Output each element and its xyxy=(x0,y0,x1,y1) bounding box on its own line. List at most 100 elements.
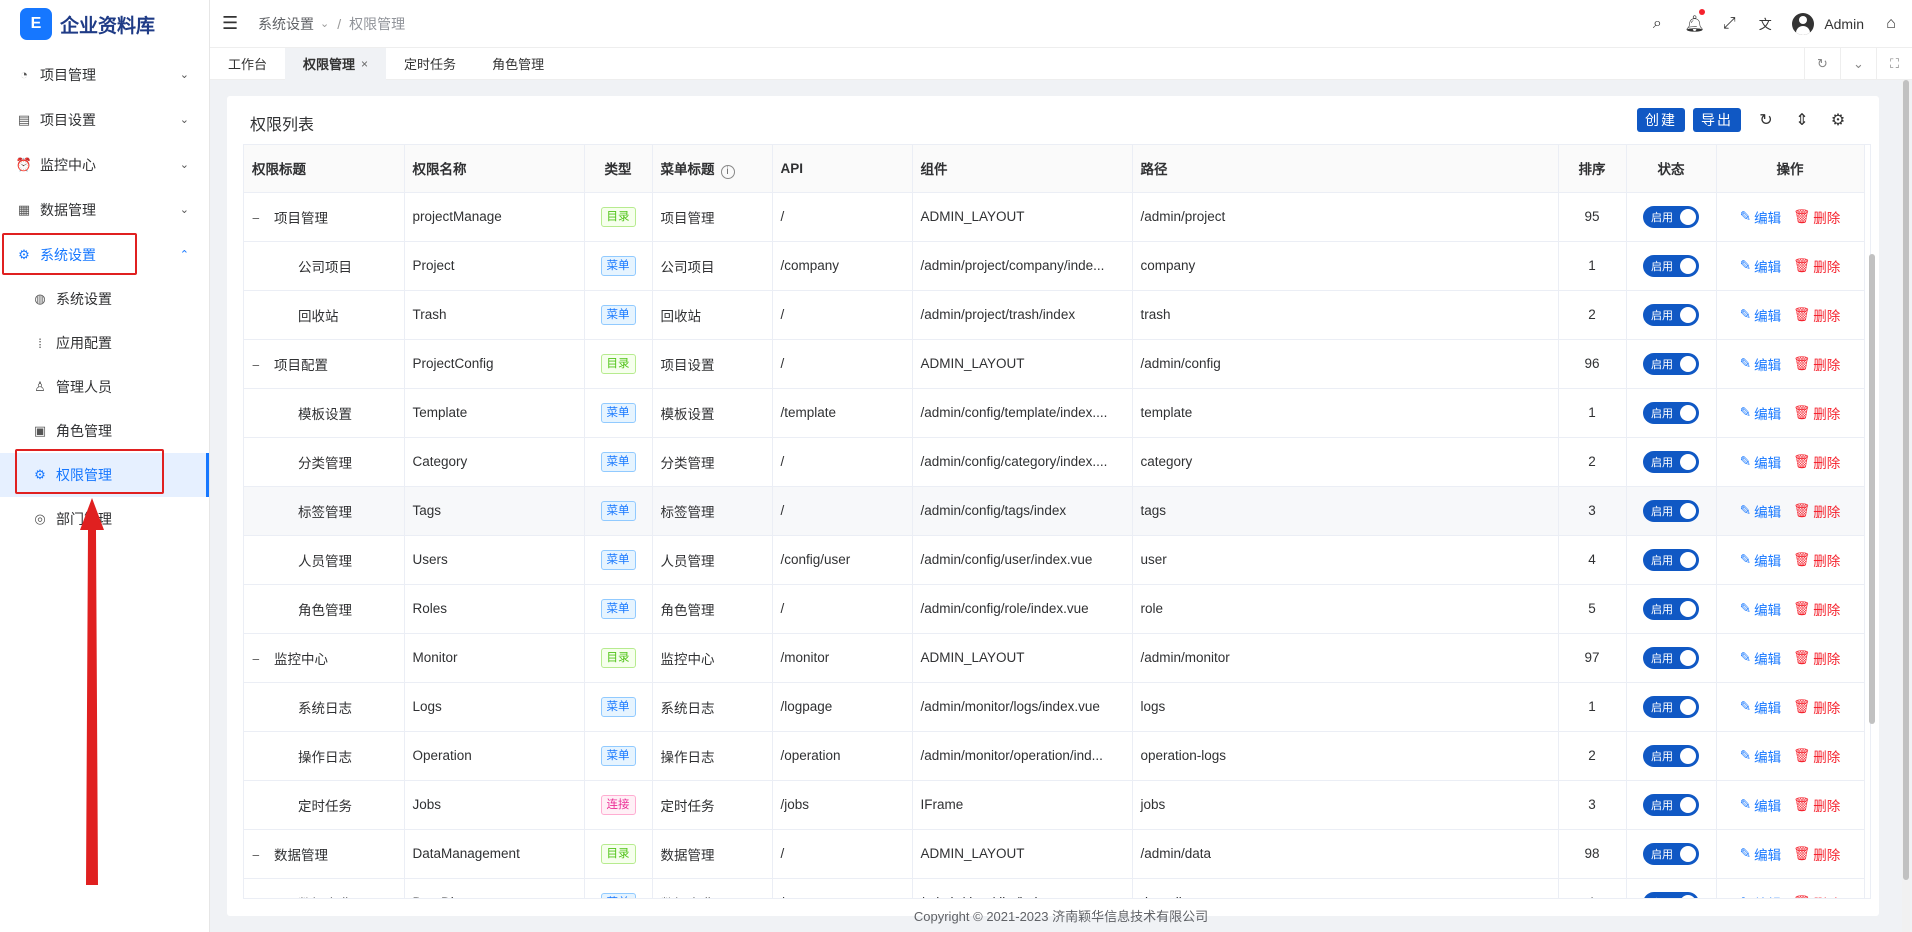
sidebar-group-data[interactable]: ▦ 数据管理 ⌄ xyxy=(0,187,209,232)
collapse-icon[interactable]: − xyxy=(252,652,266,667)
sidebar-group-project-settings[interactable]: ▤ 项目设置 ⌄ xyxy=(0,97,209,142)
edit-button[interactable]: ✎编辑 xyxy=(1740,256,1781,276)
status-switch[interactable]: 启用 xyxy=(1643,450,1699,473)
tab-scheduled-jobs[interactable]: 定时任务 xyxy=(386,48,474,80)
edit-button[interactable]: ✎编辑 xyxy=(1740,501,1781,521)
edit-button[interactable]: ✎编辑 xyxy=(1740,844,1781,864)
sidebar-item-system-settings[interactable]: ◍ 系统设置 xyxy=(0,277,209,321)
edit-button[interactable]: ✎编辑 xyxy=(1740,893,1781,899)
delete-button[interactable]: 🗑︎删除 xyxy=(1793,305,1840,325)
cell-name: Jobs xyxy=(404,780,585,830)
edit-button[interactable]: ✎编辑 xyxy=(1740,697,1781,717)
status-switch[interactable]: 启用 xyxy=(1643,646,1699,669)
cell-component: /admin/data/dict/index xyxy=(912,878,1133,898)
cell-title: 操作日志 xyxy=(244,731,405,781)
edit-button[interactable]: ✎编辑 xyxy=(1740,207,1781,227)
delete-button[interactable]: 🗑︎删除 xyxy=(1793,844,1840,864)
status-switch[interactable]: 启用 xyxy=(1643,499,1699,522)
edit-button[interactable]: ✎编辑 xyxy=(1740,305,1781,325)
delete-button[interactable]: 🗑︎删除 xyxy=(1793,599,1840,619)
delete-button[interactable]: 🗑︎删除 xyxy=(1793,697,1840,717)
edit-button[interactable]: ✎编辑 xyxy=(1740,746,1781,766)
delete-icon: 🗑︎ xyxy=(1793,208,1811,224)
status-switch[interactable]: 启用 xyxy=(1643,205,1699,228)
sidebar-item-app-config[interactable]: ⁞ 应用配置 xyxy=(0,321,209,365)
edit-button[interactable]: ✎编辑 xyxy=(1740,354,1781,374)
refresh-icon[interactable]: ↻ xyxy=(1804,47,1840,80)
sidebar-group-project-manage[interactable]: ◔ 项目管理 ⌄ xyxy=(0,52,209,97)
edit-icon: ✎ xyxy=(1739,257,1752,273)
edit-icon: ✎ xyxy=(1739,502,1752,518)
sidebar-group-system-settings[interactable]: ⚙ 系统设置 ⌃ xyxy=(0,232,209,277)
delete-button[interactable]: 🗑︎删除 xyxy=(1793,501,1840,521)
status-switch[interactable]: 启用 xyxy=(1643,891,1699,898)
edit-button[interactable]: ✎编辑 xyxy=(1740,403,1781,423)
sidebar-group-monitor[interactable]: ⏰ 监控中心 ⌄ xyxy=(0,142,209,187)
chevron-down-icon[interactable]: ⌄ xyxy=(1840,47,1876,80)
collapse-icon[interactable]: − xyxy=(252,211,266,226)
app-logo[interactable]: E 企业资料库 xyxy=(0,0,209,48)
delete-button[interactable]: 🗑︎删除 xyxy=(1793,648,1840,668)
status-switch[interactable]: 启用 xyxy=(1643,548,1699,571)
maximize-icon[interactable]: ⛶ xyxy=(1876,47,1912,80)
sidebar-item-admins[interactable]: ♙ 管理人员 xyxy=(0,365,209,409)
column-height-icon[interactable]: ⇕ xyxy=(1791,110,1813,130)
bell-icon[interactable]: 🔔︎ xyxy=(1684,8,1706,34)
info-icon[interactable]: i xyxy=(720,164,735,179)
collapse-icon[interactable]: − xyxy=(252,848,266,863)
tab-workbench[interactable]: 工作台 xyxy=(210,48,285,80)
table-scrollbar[interactable] xyxy=(1867,144,1875,899)
permission-title: 项目配置 xyxy=(274,357,328,373)
switch-knob xyxy=(1680,747,1696,764)
create-button[interactable]: 创建 xyxy=(1637,108,1685,132)
breadcrumb-separator: / xyxy=(337,15,342,32)
close-icon[interactable]: × xyxy=(361,57,368,71)
home-icon[interactable]: ⌂ xyxy=(1882,15,1900,33)
tab-permissions[interactable]: 权限管理 × xyxy=(285,47,387,80)
edit-button[interactable]: ✎编辑 xyxy=(1740,795,1781,815)
delete-button[interactable]: 🗑︎删除 xyxy=(1793,354,1840,374)
user-menu[interactable]: Admin xyxy=(1792,12,1864,35)
sidebar-item-roles[interactable]: ▣ 角色管理 xyxy=(0,409,209,453)
sidebar-item-departments[interactable]: ◎ 部门管理 xyxy=(0,497,209,541)
cell-actions: ✎编辑 🗑︎删除 xyxy=(1716,290,1865,340)
status-switch[interactable]: 启用 xyxy=(1643,597,1699,620)
status-switch[interactable]: 启用 xyxy=(1643,695,1699,718)
delete-button[interactable]: 🗑︎删除 xyxy=(1793,256,1840,276)
department-icon: ◎ xyxy=(34,511,46,526)
delete-button[interactable]: 🗑︎删除 xyxy=(1793,795,1840,815)
delete-button[interactable]: 🗑︎删除 xyxy=(1793,403,1840,423)
sidebar-item-permissions[interactable]: ⚙ 权限管理 xyxy=(0,453,209,497)
delete-button[interactable]: 🗑︎删除 xyxy=(1793,452,1840,472)
delete-button[interactable]: 🗑︎删除 xyxy=(1793,893,1840,899)
delete-button[interactable]: 🗑︎删除 xyxy=(1793,746,1840,766)
cell-order: 3 xyxy=(1558,486,1627,536)
table-scroll-thumb[interactable] xyxy=(1869,254,1875,724)
page-scrollbar[interactable] xyxy=(1902,80,1910,932)
collapse-icon[interactable]: − xyxy=(252,358,266,373)
cell-api: / xyxy=(772,437,913,487)
edit-button[interactable]: ✎编辑 xyxy=(1740,550,1781,570)
menu-fold-icon[interactable]: ☰ xyxy=(222,13,246,34)
refresh-icon[interactable]: ↻ xyxy=(1755,110,1777,130)
status-switch[interactable]: 启用 xyxy=(1643,401,1699,424)
delete-button[interactable]: 🗑︎删除 xyxy=(1793,550,1840,570)
page-scroll-thumb[interactable] xyxy=(1903,80,1909,880)
settings-icon[interactable]: ⚙ xyxy=(1827,110,1849,130)
export-button[interactable]: 导出 xyxy=(1693,108,1741,132)
translate-icon[interactable]: 文 xyxy=(1756,14,1774,33)
breadcrumb-parent[interactable]: 系统设置 xyxy=(258,14,314,34)
search-icon[interactable]: ⌕ xyxy=(1648,15,1666,33)
status-switch[interactable]: 启用 xyxy=(1643,842,1699,865)
delete-button[interactable]: 🗑︎删除 xyxy=(1793,207,1840,227)
status-switch[interactable]: 启用 xyxy=(1643,744,1699,767)
status-switch[interactable]: 启用 xyxy=(1643,254,1699,277)
edit-button[interactable]: ✎编辑 xyxy=(1740,599,1781,619)
fullscreen-icon[interactable]: ⤢ xyxy=(1720,15,1738,33)
status-switch[interactable]: 启用 xyxy=(1643,352,1699,375)
edit-button[interactable]: ✎编辑 xyxy=(1740,648,1781,668)
status-switch[interactable]: 启用 xyxy=(1643,793,1699,816)
tab-roles[interactable]: 角色管理 xyxy=(474,48,562,80)
edit-button[interactable]: ✎编辑 xyxy=(1740,452,1781,472)
status-switch[interactable]: 启用 xyxy=(1643,303,1699,326)
